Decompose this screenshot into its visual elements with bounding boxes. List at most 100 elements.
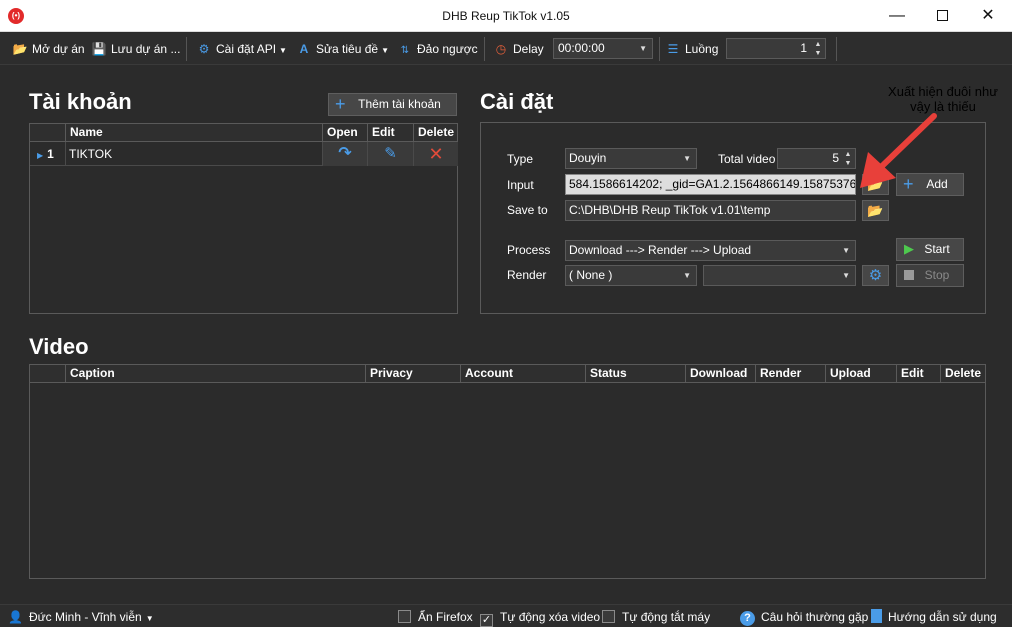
render-settings-button[interactable]: ⚙	[862, 265, 889, 286]
sort-icon: ⇅	[400, 45, 410, 56]
stop-button[interactable]: Stop	[896, 264, 964, 287]
gear-icon: ⚙	[868, 267, 883, 284]
spin-arrows-icon[interactable]: ▲ ▼	[813, 40, 823, 58]
toolbar-divider	[659, 37, 660, 61]
video-table: Caption Privacy Account Status Download …	[29, 364, 986, 579]
render-option-select[interactable]: ▼	[703, 265, 856, 286]
column-account[interactable]: Account	[460, 365, 585, 382]
close-button[interactable]: ✕	[965, 0, 1011, 32]
user-menu[interactable]: 👤 Đức Minh - Vĩnh viễn ▼	[8, 609, 154, 625]
accounts-table: Name Open Edit Delete ▶ 1 TIKTOK ↷ ✎ ✕	[29, 123, 458, 314]
redo-arrow-icon: ↷	[338, 145, 352, 162]
column-name[interactable]: Name	[65, 124, 322, 141]
table-header: Caption Privacy Account Status Download …	[30, 365, 985, 383]
chevron-down-icon: ▼	[683, 154, 691, 163]
column-edit[interactable]: Edit	[896, 365, 940, 382]
delay-select[interactable]: 00:00:00 ▼	[553, 38, 653, 59]
column-upload[interactable]: Upload	[825, 365, 896, 382]
chevron-down-icon: ▼	[842, 246, 850, 255]
reverse-button[interactable]: ⇅ Đảo ngược	[397, 40, 478, 58]
total-video-stepper[interactable]: 5 ▲ ▼	[777, 148, 856, 169]
column-download[interactable]: Download	[685, 365, 755, 382]
open-account-button[interactable]: ↷	[322, 142, 367, 166]
table-header: Name Open Edit Delete	[30, 124, 457, 142]
row-pointer-icon: ▶	[37, 151, 44, 160]
chevron-down-icon: ▼	[842, 271, 850, 280]
delay-label: ◷ Delay	[493, 40, 544, 58]
column-delete[interactable]: Delete	[413, 124, 458, 141]
account-name: TIKTOK	[65, 142, 322, 166]
auto-shutdown-checkbox[interactable]: Tự động tắt máy	[602, 609, 710, 625]
start-button[interactable]: ▶ Start	[896, 238, 964, 261]
type-label: Type	[507, 152, 534, 166]
folder-open-icon: 📂	[12, 42, 28, 56]
minimize-button[interactable]: —	[874, 0, 920, 32]
pencil-icon: ✎	[384, 145, 397, 162]
font-icon: A	[299, 42, 309, 56]
title-bar: (•) DHB Reup TikTok v1.05 — ✕	[0, 0, 1012, 32]
edit-account-button[interactable]: ✎	[367, 142, 413, 166]
auto-delete-video-checkbox[interactable]: ✓ Tự động xóa video	[480, 609, 600, 627]
column-render[interactable]: Render	[755, 365, 825, 382]
maximize-icon	[936, 10, 948, 21]
delete-account-button[interactable]: ✕	[413, 142, 458, 166]
input-label: Input	[507, 178, 534, 192]
open-project-button[interactable]: 📂 Mở dự án	[12, 40, 85, 58]
chevron-down-icon: ▼	[279, 46, 287, 55]
accounts-heading: Tài khoản	[29, 89, 132, 114]
close-icon: ✕	[981, 7, 995, 24]
chevron-down-icon: ▼	[639, 44, 647, 53]
column-caption[interactable]: Caption	[65, 365, 365, 382]
toolbar: 📂 Mở dự án 💾 Lưu dự án ... ⚙ Cài đặt API ▼ A…	[0, 33, 1012, 65]
video-heading: Video	[29, 334, 89, 359]
render-select[interactable]: ( None ) ▼	[565, 265, 697, 286]
guide-link[interactable]: Hướng dẫn sử dụng	[871, 609, 997, 625]
chevron-down-icon: ▼	[683, 271, 691, 280]
api-settings-menu[interactable]: ⚙ Cài đặt API ▼	[196, 40, 287, 58]
hide-firefox-checkbox[interactable]: Ẩn Firefox	[398, 609, 473, 625]
threads-label: ☰ Luồng	[665, 40, 719, 58]
checkbox-checked-icon: ✓	[480, 614, 493, 627]
toolbar-divider	[186, 37, 187, 61]
status-bar: 👤 Đức Minh - Vĩnh viễn ▼ Ẩn Firefox ✓ Tự độ…	[0, 604, 1012, 627]
input-field[interactable]: 584.1586614202; _gid=GA1.2.1564866149.15…	[565, 174, 856, 195]
settings-heading: Cài đặt	[480, 89, 554, 114]
faq-link[interactable]: ? Câu hỏi thường gặp	[740, 609, 868, 626]
column-status[interactable]: Status	[585, 365, 685, 382]
process-select[interactable]: Download ---> Render ---> Upload ▼	[565, 240, 856, 261]
chevron-down-icon: ▼	[381, 46, 389, 55]
toolbar-divider	[484, 37, 485, 61]
type-select[interactable]: Douyin ▼	[565, 148, 697, 169]
window-title: DHB Reup TikTok v1.05	[442, 9, 570, 23]
annotation-arrow	[860, 113, 937, 188]
user-icon: 👤	[8, 610, 23, 624]
checkbox-empty-icon	[602, 610, 615, 623]
browse-save-button[interactable]: 📂	[862, 200, 889, 221]
column-privacy[interactable]: Privacy	[365, 365, 460, 382]
row-index: ▶ 1	[37, 147, 54, 161]
save-to-label: Save to	[507, 203, 548, 217]
toolbar-divider	[836, 37, 837, 61]
threads-stepper[interactable]: 1 ▲ ▼	[726, 38, 826, 59]
checkbox-empty-icon	[398, 610, 411, 623]
edit-title-menu[interactable]: A Sửa tiêu đề ▼	[296, 40, 389, 58]
table-row[interactable]: ▶ 1 TIKTOK ↷ ✎ ✕	[30, 142, 458, 166]
list-icon: ☰	[667, 42, 679, 56]
chevron-down-icon: ▼	[145, 614, 154, 623]
gears-icon: ⚙	[198, 42, 210, 56]
render-label: Render	[507, 268, 547, 282]
floppy-icon: 💾	[91, 42, 107, 56]
column-open[interactable]: Open	[322, 124, 367, 141]
minimize-icon: —	[889, 7, 905, 24]
book-icon	[871, 609, 882, 623]
save-project-button[interactable]: 💾 Lưu dự án ...	[91, 40, 181, 58]
add-account-button[interactable]: + Thêm tài khoản	[328, 93, 457, 116]
save-to-field[interactable]: C:\DHB\DHB Reup TikTok v1.01\temp	[565, 200, 856, 221]
folder-open-icon: 📂	[867, 203, 884, 218]
column-edit[interactable]: Edit	[367, 124, 413, 141]
question-icon: ?	[740, 611, 755, 626]
clock-icon: ◷	[495, 42, 507, 56]
column-delete[interactable]: Delete	[940, 365, 986, 382]
maximize-button[interactable]	[919, 0, 965, 32]
total-video-label: Total video	[718, 152, 776, 166]
